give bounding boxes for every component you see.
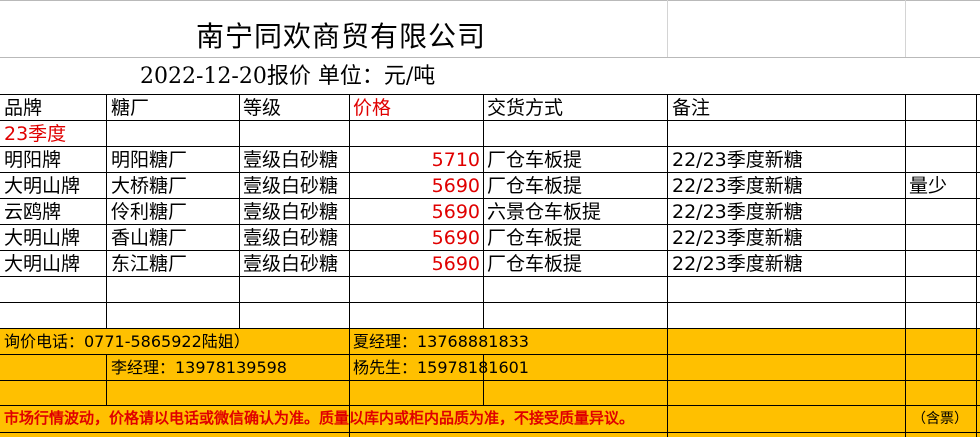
row-mill: 东江糖厂	[111, 253, 188, 275]
row-delivery: 厂仓车板提	[487, 175, 583, 197]
row-price: 5690	[431, 175, 480, 197]
section-label: 23季度	[4, 123, 67, 145]
inquiry-phone: 询价电话：0771-5865922陆姐）	[4, 332, 250, 351]
row-mill: 伶利糖厂	[111, 201, 188, 223]
company-title: 南宁同欢商贸有限公司	[196, 20, 487, 53]
row-price: 5690	[431, 201, 480, 223]
row-delivery: 厂仓车板提	[487, 253, 583, 275]
header-brand: 品牌	[4, 97, 43, 119]
row-grade: 壹级白砂糖	[243, 253, 339, 275]
row-mill: 大桥糖厂	[111, 175, 188, 197]
row-brand: 大明山牌	[4, 253, 81, 275]
row-mill: 香山糖厂	[111, 227, 188, 249]
tax-note: （含票）	[912, 411, 968, 427]
row-grade: 壹级白砂糖	[243, 149, 339, 171]
row-remark: 22/23季度新糖	[672, 253, 803, 275]
row-mill: 明阳糖厂	[111, 149, 188, 171]
market-notice: 市场行情波动，价格请以电话或微信确认为准。质量以库内或柜内品质为准，不接受质量异…	[4, 409, 635, 427]
row-price: 5710	[431, 149, 480, 171]
row-remark: 22/23季度新糖	[672, 201, 803, 223]
contact-yang: 杨先生：15978181601	[353, 358, 529, 377]
row-extra: 量少	[909, 175, 948, 197]
row-delivery: 六景仓车板提	[487, 201, 602, 223]
header-grade: 等级	[243, 97, 282, 119]
header-remark: 备注	[672, 97, 711, 119]
row-price: 5690	[431, 253, 480, 275]
contact-li: 李经理：13978139598	[111, 358, 287, 377]
row-brand: 云鸥牌	[4, 201, 62, 223]
quote-date-unit: 2022-12-20报价 单位：元/吨	[140, 64, 436, 89]
spreadsheet: 南宁同欢商贸有限公司 2022-12-20报价 单位：元/吨 品牌 糖厂 等级 …	[0, 0, 980, 437]
row-delivery: 厂仓车板提	[487, 149, 583, 171]
row-price: 5690	[431, 227, 480, 249]
row-remark: 22/23季度新糖	[672, 227, 803, 249]
row-grade: 壹级白砂糖	[243, 175, 339, 197]
header-delivery: 交货方式	[487, 97, 564, 119]
row-brand: 大明山牌	[4, 175, 81, 197]
row-remark: 22/23季度新糖	[672, 175, 803, 197]
row-delivery: 厂仓车板提	[487, 227, 583, 249]
row-remark: 22/23季度新糖	[672, 149, 803, 171]
header-mill: 糖厂	[111, 97, 150, 119]
row-grade: 壹级白砂糖	[243, 227, 339, 249]
row-brand: 明阳牌	[4, 149, 62, 171]
row-grade: 壹级白砂糖	[243, 201, 339, 223]
header-price: 价格	[353, 97, 392, 119]
contact-xia: 夏经理：13768881833	[353, 332, 529, 351]
row-brand: 大明山牌	[4, 227, 81, 249]
